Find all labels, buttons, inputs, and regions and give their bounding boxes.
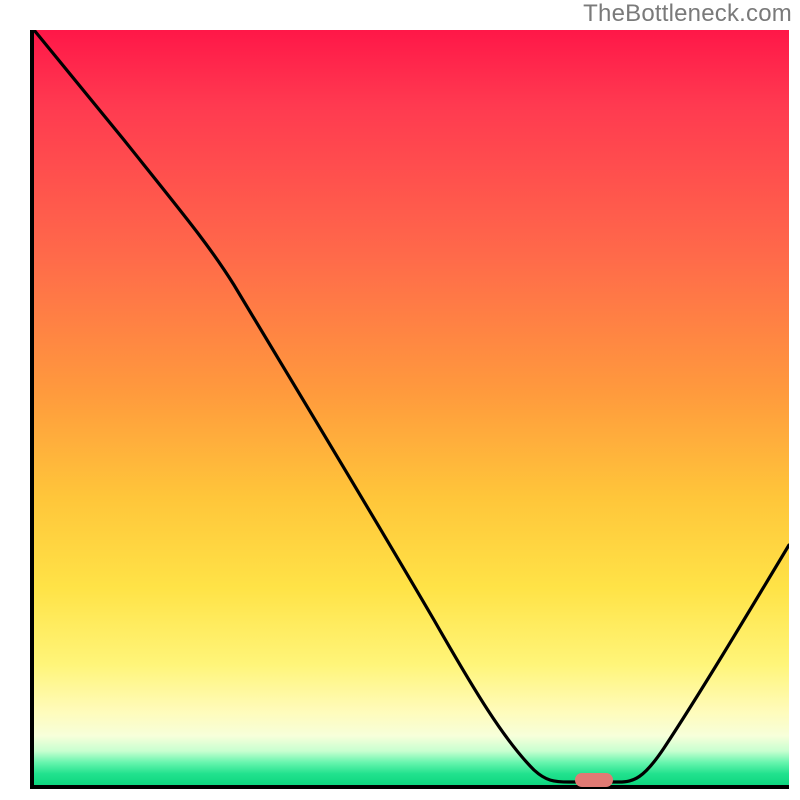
plot-area [30,30,789,789]
chart-frame: TheBottleneck.com [0,0,800,800]
optimal-marker [575,773,613,787]
watermark-text: TheBottleneck.com [583,0,792,28]
bottleneck-curve [34,30,789,785]
